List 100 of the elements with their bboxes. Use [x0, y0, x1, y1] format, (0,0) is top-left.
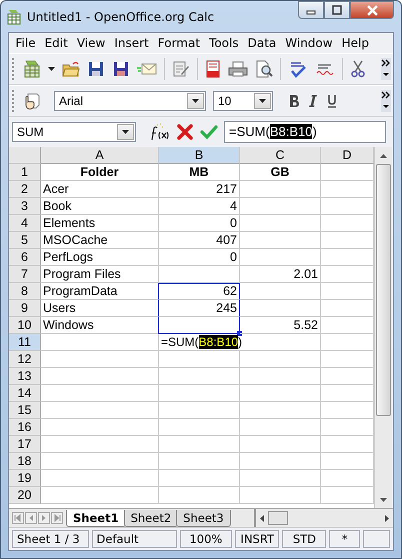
- row-header[interactable]: 10: [9, 317, 41, 334]
- function-wizard-icon[interactable]: [150, 123, 170, 141]
- row-header[interactable]: 17: [9, 436, 41, 453]
- row-header[interactable]: 3: [9, 198, 41, 215]
- spreadsheet-icon: [6, 8, 22, 24]
- scroll-right-icon[interactable]: [385, 514, 389, 522]
- row-header[interactable]: 14: [9, 385, 41, 402]
- font-size-dropdown[interactable]: 10: [213, 91, 273, 111]
- name-box[interactable]: SUM: [12, 122, 136, 142]
- email-icon[interactable]: [137, 62, 157, 76]
- vertical-scrollbar[interactable]: [374, 147, 392, 508]
- new-spreadsheet-icon[interactable]: [23, 60, 41, 78]
- status-field: *: [329, 530, 360, 548]
- row-header[interactable]: 5: [9, 232, 41, 249]
- table-cell: 0: [159, 215, 240, 232]
- row-header[interactable]: 7: [9, 266, 41, 283]
- row-header[interactable]: 12: [9, 351, 41, 368]
- row-header[interactable]: 8: [9, 283, 41, 300]
- save-as-icon[interactable]: [112, 60, 130, 78]
- sheet-tab[interactable]: Sheet3: [176, 510, 231, 526]
- bold-icon[interactable]: [288, 94, 300, 108]
- scroll-thumb[interactable]: [376, 164, 391, 416]
- caret-icon: [122, 130, 129, 134]
- row-header[interactable]: 15: [9, 402, 41, 419]
- table-cell: Acer: [41, 181, 159, 198]
- column-header[interactable]: B: [159, 147, 240, 164]
- scroll-up-icon[interactable]: [380, 154, 387, 158]
- menu-item[interactable]: Insert: [110, 36, 154, 50]
- menu-item[interactable]: Data: [243, 36, 281, 50]
- table-cell: 62: [158, 283, 240, 300]
- row-header[interactable]: 1: [9, 164, 41, 181]
- overflow-icon[interactable]: [381, 58, 391, 80]
- italic-icon[interactable]: [307, 94, 319, 108]
- maximize-button[interactable]: [324, 1, 350, 19]
- hand-pointer-icon[interactable]: [23, 92, 41, 110]
- formula-input-field[interactable]: =SUM(B8:B10): [224, 121, 386, 143]
- caret-icon: [192, 99, 199, 103]
- save-icon[interactable]: [87, 60, 105, 78]
- window-title: Untitled1 - OpenOffice.org Calc: [27, 10, 216, 24]
- column-header[interactable]: D: [321, 147, 374, 164]
- table-cell: Book: [41, 198, 159, 215]
- open-folder-icon[interactable]: [62, 60, 80, 78]
- table-cell: [251, 334, 321, 351]
- sheet-tab[interactable]: Sheet2: [124, 510, 178, 526]
- maximize-icon: [332, 5, 342, 15]
- close-icon: [366, 4, 378, 16]
- table-cell: 217: [159, 181, 240, 198]
- row-header[interactable]: 20: [9, 487, 41, 504]
- menu-item[interactable]: File: [11, 36, 40, 50]
- table-cell: 5.52: [240, 317, 321, 334]
- sheet-tab[interactable]: Sheet1: [66, 510, 126, 526]
- table-cell: 407: [159, 232, 240, 249]
- row-header[interactable]: 19: [9, 470, 41, 487]
- row-header[interactable]: 13: [9, 368, 41, 385]
- table-cell: MSOCache: [41, 232, 159, 249]
- overflow-icon[interactable]: [381, 90, 391, 112]
- table-cell: 0: [159, 249, 240, 266]
- edit-document-icon[interactable]: [172, 60, 190, 78]
- cell-editor[interactable]: =SUM(B8:B10): [159, 334, 251, 351]
- close-button[interactable]: [350, 1, 394, 19]
- column-header[interactable]: A: [41, 147, 159, 164]
- row-header[interactable]: 4: [9, 215, 41, 232]
- menu-item[interactable]: Edit: [40, 36, 72, 50]
- status-field: STD: [282, 530, 326, 548]
- fill-handle[interactable]: [237, 331, 242, 336]
- row-header[interactable]: 18: [9, 453, 41, 470]
- table-cell: GB: [240, 164, 321, 181]
- status-field: 100%: [180, 530, 232, 548]
- menu-item[interactable]: Format: [153, 36, 205, 50]
- table-cell: MB: [159, 164, 240, 181]
- row-header[interactable]: 6: [9, 249, 41, 266]
- row-header[interactable]: 9: [9, 300, 41, 317]
- printer-icon[interactable]: [228, 60, 248, 78]
- status-field: Sheet 1 / 3: [12, 530, 89, 548]
- page-preview-icon[interactable]: [255, 60, 273, 78]
- scroll-thumb[interactable]: [268, 511, 288, 525]
- status-field: [362, 530, 390, 548]
- table-cell: Elements: [41, 215, 159, 232]
- status-field: INSRT: [235, 530, 280, 548]
- scroll-down-icon[interactable]: [380, 498, 387, 502]
- cancel-icon[interactable]: [176, 123, 194, 141]
- minimize-button[interactable]: [298, 1, 324, 19]
- underline-icon[interactable]: [326, 94, 338, 108]
- menu-item[interactable]: Help: [337, 36, 374, 50]
- pdf-icon[interactable]: [205, 60, 221, 78]
- row-header[interactable]: 11: [9, 334, 41, 351]
- column-header[interactable]: C: [240, 147, 321, 164]
- menu-item[interactable]: Window: [280, 36, 338, 50]
- table-cell: 4: [159, 198, 240, 215]
- row-header[interactable]: 2: [9, 181, 41, 198]
- menu-item[interactable]: Tools: [204, 36, 244, 50]
- font-name-dropdown[interactable]: Arial: [54, 91, 206, 111]
- row-header[interactable]: 16: [9, 419, 41, 436]
- scissors-icon[interactable]: [350, 60, 366, 78]
- status-field: Default: [92, 530, 177, 548]
- caret-icon[interactable]: [48, 67, 55, 71]
- menu-item[interactable]: View: [72, 36, 110, 50]
- table-cell: ProgramData: [41, 283, 159, 300]
- spellcheck-icon[interactable]: [288, 60, 308, 78]
- scroll-left-icon[interactable]: [260, 514, 264, 522]
